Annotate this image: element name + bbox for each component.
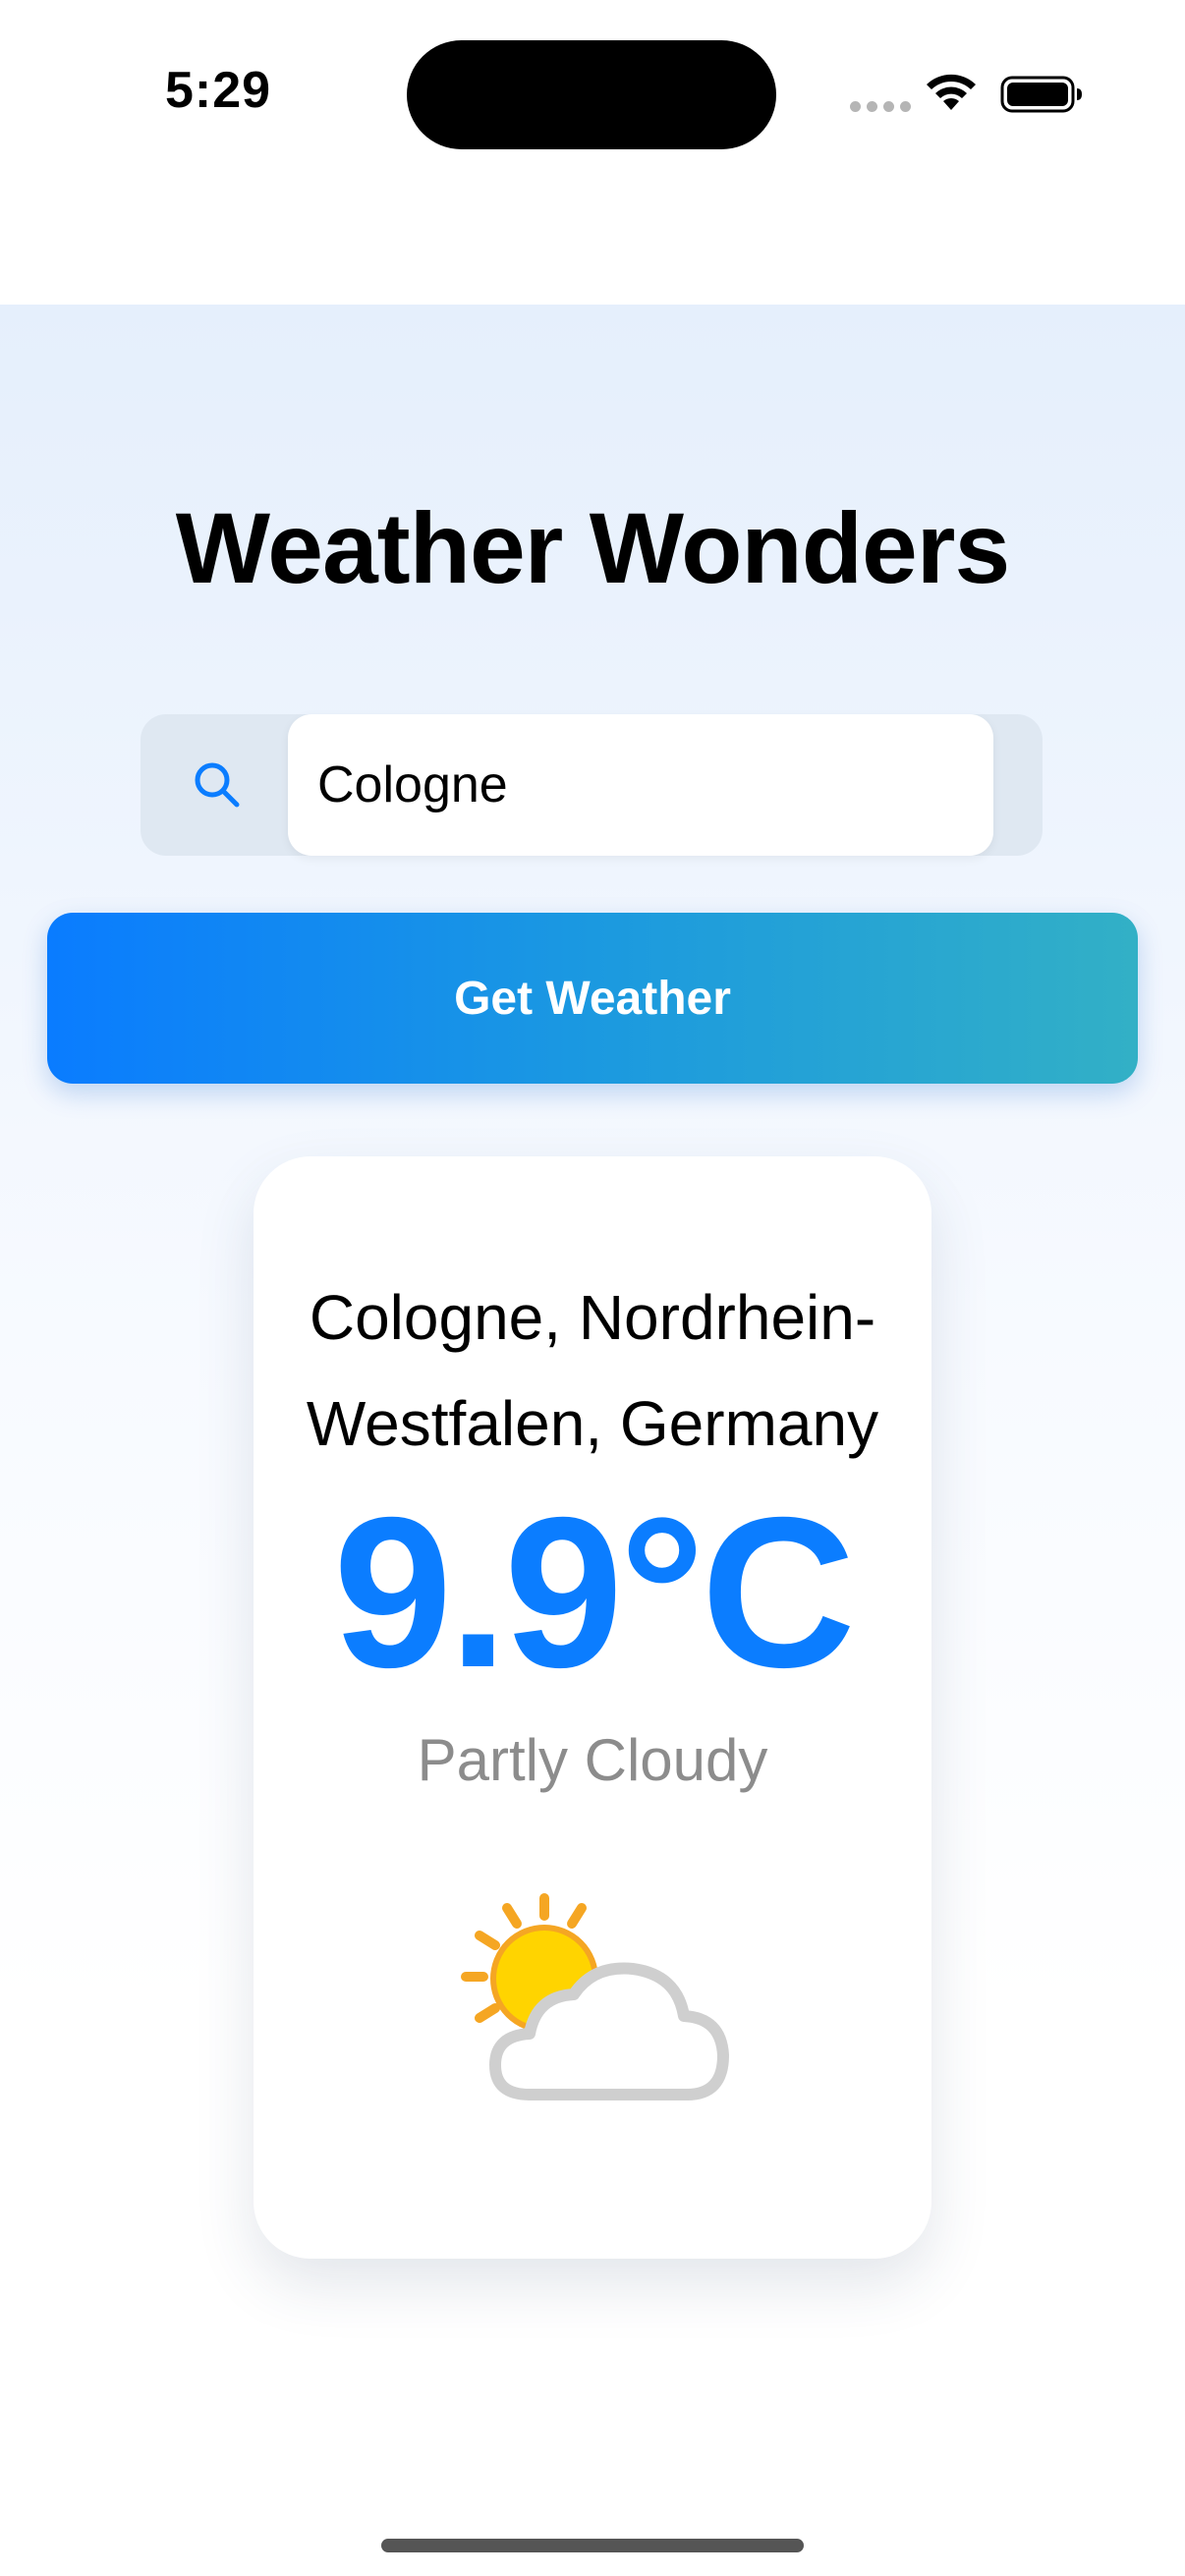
partly-cloudy-icon: [461, 1893, 729, 2100]
search-bar: [141, 714, 1043, 856]
status-bar: 5:29: [0, 0, 1185, 187]
status-time: 5:29: [165, 62, 272, 119]
city-search-input[interactable]: [288, 714, 993, 856]
location-label: Cologne, Nordrhein-Westfalen, Germany: [306, 1282, 879, 1459]
weather-card: Cologne, Nordrhein-Westfalen, Germany 9.…: [254, 1156, 931, 2259]
app-title: Weather Wonders: [175, 492, 1010, 604]
battery-icon: [1000, 76, 1082, 113]
get-weather-button[interactable]: Get Weather: [47, 913, 1138, 1084]
app-screen: Weather Wonders Get Weather Cologne, Nor…: [0, 305, 1185, 2576]
temperature-value: 9.9°C: [333, 1474, 856, 1712]
dynamic-island: [407, 40, 776, 149]
search-icon: [195, 762, 240, 808]
home-indicator[interactable]: [381, 2539, 804, 2552]
cellular-signal-icon: [850, 101, 911, 112]
wifi-icon: [927, 74, 976, 110]
weather-condition: Partly Cloudy: [417, 1727, 768, 1793]
